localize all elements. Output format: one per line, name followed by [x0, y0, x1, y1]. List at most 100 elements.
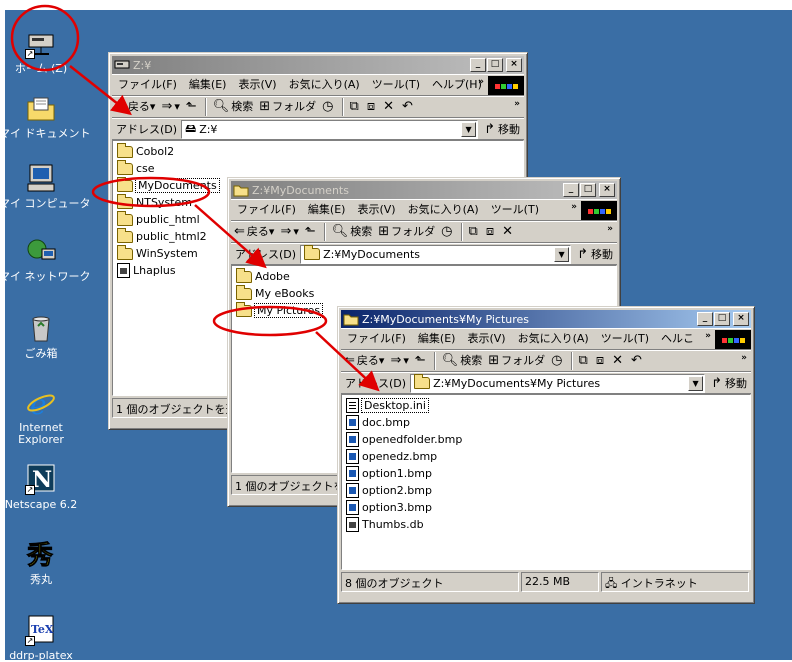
- desktop-icon-my-network[interactable]: マイ ネットワーク: [0, 235, 91, 283]
- menu-file[interactable]: ファイル(F): [112, 75, 183, 95]
- desktop-icon-internet-explorer[interactable]: e Internet Explorer: [0, 387, 83, 446]
- minimize-button[interactable]: _: [563, 183, 579, 197]
- list-item[interactable]: openedfolder.bmp: [342, 431, 750, 448]
- up-button[interactable]: ⬑: [412, 351, 431, 371]
- menu-favorites[interactable]: お気に入り(A): [283, 75, 366, 95]
- up-folder-icon: ⬑: [185, 99, 197, 114]
- folders-button[interactable]: ⊞ フォルダ: [485, 351, 548, 371]
- toolbar-chevron[interactable]: »: [607, 224, 613, 234]
- up-button[interactable]: ⬑: [302, 222, 321, 242]
- address-dropdown[interactable]: ▼: [554, 246, 570, 262]
- menu-file[interactable]: ファイル(F): [231, 200, 302, 220]
- menu-tools[interactable]: ツール(T): [366, 75, 426, 95]
- move-to-button[interactable]: ⧉: [466, 222, 483, 242]
- folders-button[interactable]: ⊞ フォルダ: [375, 222, 438, 242]
- history-button[interactable]: ◷: [548, 351, 567, 371]
- move-to-button[interactable]: ⧉: [347, 97, 364, 117]
- desktop-icon-home-z[interactable]: ↗ ホーム (Z): [0, 27, 83, 75]
- history-button[interactable]: ◷: [438, 222, 457, 242]
- menu-chevron[interactable]: »: [571, 202, 577, 212]
- file-list[interactable]: Desktop.ini doc.bmp openedfolder.bmp ope…: [341, 394, 751, 570]
- forward-button[interactable]: ⇒ ▾: [387, 351, 411, 371]
- toolbar-chevron[interactable]: »: [514, 99, 520, 109]
- undo-button[interactable]: ↶: [399, 97, 418, 117]
- menu-favorites[interactable]: お気に入り(A): [512, 329, 595, 349]
- list-item[interactable]: cse: [113, 159, 523, 177]
- menu-chevron[interactable]: »: [478, 77, 484, 87]
- menu-edit[interactable]: 編集(E): [412, 329, 462, 349]
- delete-button[interactable]: ✕: [609, 351, 628, 371]
- history-button[interactable]: ◷: [319, 97, 338, 117]
- menu-file[interactable]: ファイル(F): [341, 329, 412, 349]
- close-button[interactable]: ×: [506, 58, 522, 72]
- address-dropdown[interactable]: ▼: [688, 375, 704, 391]
- address-input[interactable]: 🖴 Z:¥ ▼: [181, 119, 479, 139]
- address-dropdown[interactable]: ▼: [461, 121, 477, 137]
- menu-chevron[interactable]: »: [705, 331, 711, 341]
- delete-button[interactable]: ✕: [380, 97, 399, 117]
- desktop-icon-recycle-bin[interactable]: ごみ箱: [0, 312, 83, 360]
- menu-help[interactable]: ヘルこ: [655, 329, 700, 349]
- menu-view[interactable]: 表示(V): [351, 200, 401, 220]
- back-button[interactable]: ⇐ 戻る ▾: [112, 97, 158, 117]
- copy-to-button[interactable]: ⧈: [364, 97, 380, 117]
- minimize-button[interactable]: _: [697, 312, 713, 326]
- desktop-icon-label: 秀丸: [30, 573, 52, 586]
- forward-button[interactable]: ⇒ ▾: [277, 222, 301, 242]
- desktop-icon-hidemaru[interactable]: 秀 秀丸: [0, 538, 83, 586]
- menu-edit[interactable]: 編集(E): [183, 75, 233, 95]
- forward-button[interactable]: ⇒ ▾: [158, 97, 182, 117]
- back-button[interactable]: ⇐ 戻る ▾: [231, 222, 277, 242]
- maximize-button[interactable]: □: [487, 58, 503, 72]
- go-button[interactable]: ↱ 移動: [571, 246, 617, 262]
- menu-edit[interactable]: 編集(E): [302, 200, 352, 220]
- window-titlebar[interactable]: Z:¥ _ □ ×: [112, 56, 524, 74]
- list-item[interactable]: Cobol2: [113, 142, 523, 160]
- delete-button[interactable]: ✕: [499, 222, 518, 242]
- folder-icon: [117, 176, 133, 192]
- copy-to-button[interactable]: ⧈: [483, 222, 499, 242]
- address-input[interactable]: Z:¥MyDocuments ▼: [300, 244, 572, 264]
- list-item[interactable]: My eBooks: [232, 284, 616, 302]
- list-item[interactable]: Thumbs.db: [342, 516, 750, 533]
- delete-x-icon: ✕: [502, 224, 513, 239]
- close-button[interactable]: ×: [733, 312, 749, 326]
- search-button[interactable]: 🔍︎ 検索: [439, 351, 486, 371]
- go-button[interactable]: ↱ 移動: [705, 375, 751, 391]
- menu-view[interactable]: 表示(V): [232, 75, 282, 95]
- desktop-icon-ddrp-platex[interactable]: TeX ↗ ddrp-platex: [0, 614, 83, 662]
- search-button[interactable]: 🔍︎ 検索: [210, 97, 257, 117]
- desktop-icon-my-computer[interactable]: マイ コンピュータ: [0, 162, 91, 210]
- window-titlebar[interactable]: Z:¥MyDocuments¥My Pictures _ □ ×: [341, 310, 751, 328]
- list-item[interactable]: option3.bmp: [342, 499, 750, 516]
- minimize-button[interactable]: _: [470, 58, 486, 72]
- menu-favorites[interactable]: お気に入り(A): [402, 200, 485, 220]
- list-item[interactable]: doc.bmp: [342, 414, 750, 431]
- menu-view[interactable]: 表示(V): [461, 329, 511, 349]
- window-titlebar[interactable]: Z:¥MyDocuments _ □ ×: [231, 181, 617, 199]
- explorer-window-my-pictures[interactable]: Z:¥MyDocuments¥My Pictures _ □ × ファイル(F)…: [337, 306, 755, 604]
- desktop-icon-netscape[interactable]: N ↗ Netscape 6.2: [0, 463, 83, 511]
- list-item[interactable]: option2.bmp: [342, 482, 750, 499]
- menu-tools[interactable]: ツール(T): [595, 329, 655, 349]
- desktop-icon-my-documents[interactable]: マイ ドキュメント: [0, 92, 91, 140]
- folder-open-icon: [343, 312, 359, 326]
- folders-button[interactable]: ⊞ フォルダ: [256, 97, 319, 117]
- move-to-button[interactable]: ⧉: [576, 351, 593, 371]
- list-item[interactable]: openedz.bmp: [342, 448, 750, 465]
- up-button[interactable]: ⬑: [183, 97, 202, 117]
- copy-to-button[interactable]: ⧈: [593, 351, 609, 371]
- go-button[interactable]: ↱ 移動: [478, 121, 524, 137]
- undo-button[interactable]: ↶: [628, 351, 647, 371]
- menu-tools[interactable]: ツール(T): [485, 200, 545, 220]
- list-item[interactable]: option1.bmp: [342, 465, 750, 482]
- maximize-button[interactable]: □: [580, 183, 596, 197]
- maximize-button[interactable]: □: [714, 312, 730, 326]
- address-input[interactable]: Z:¥MyDocuments¥My Pictures ▼: [410, 373, 706, 393]
- back-button[interactable]: ⇐ 戻る ▾: [341, 351, 387, 371]
- search-button[interactable]: 🔍︎ 検索: [329, 222, 376, 242]
- close-button[interactable]: ×: [599, 183, 615, 197]
- toolbar-chevron[interactable]: »: [741, 353, 747, 363]
- list-item[interactable]: Desktop.ini: [342, 397, 750, 414]
- list-item[interactable]: Adobe: [232, 267, 616, 285]
